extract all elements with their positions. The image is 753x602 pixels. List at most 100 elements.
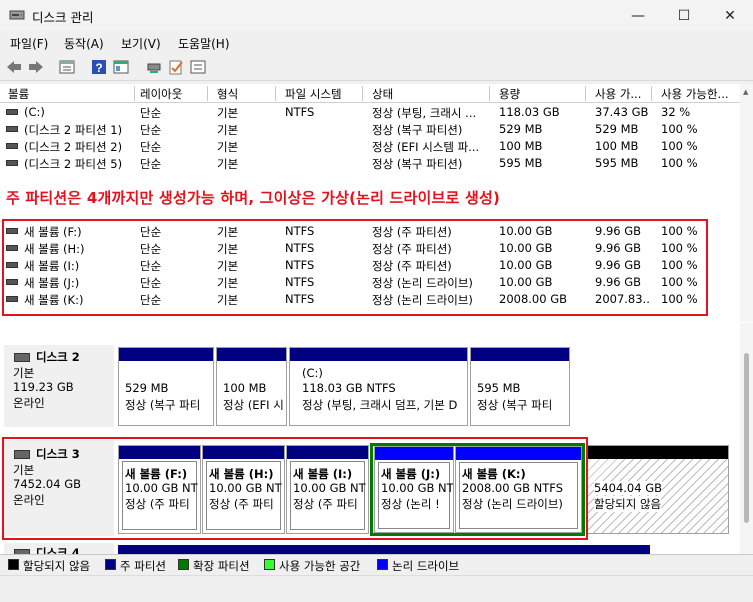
maximize-button[interactable]: ☐ (661, 0, 707, 31)
partition-size: 100 MB (223, 381, 267, 395)
column-header-filesystem[interactable]: 파일 시스템 (285, 86, 342, 102)
column-divider[interactable] (275, 86, 276, 101)
close-button[interactable]: ✕ (707, 0, 753, 31)
connect-icon[interactable] (145, 58, 163, 76)
disk-name: 디스크 4 (36, 546, 80, 554)
scroll-up-icon[interactable]: ▲ (743, 88, 748, 96)
cell-capacity: 118.03 GB (499, 105, 560, 119)
volume-icon (6, 143, 18, 149)
column-divider[interactable] (489, 86, 490, 101)
table-row[interactable]: (디스크 2 파티션 2) 단순 기본 정상 (EFI 시스템 파... 100 MB 1… (0, 138, 740, 155)
column-header-status[interactable]: 상태 (372, 86, 393, 102)
partition-status: 정상 (EFI 시 (223, 398, 284, 412)
disk-type: 기본 (13, 366, 35, 380)
menu-view[interactable]: 보기(V) (121, 35, 161, 52)
partition-size: 118.03 GB NTFS (302, 381, 396, 395)
cell-status: 정상 (주 파티션) (372, 225, 452, 239)
back-icon[interactable] (5, 58, 23, 76)
help-icon[interactable]: ? (90, 58, 108, 76)
view-icon[interactable] (112, 58, 130, 76)
cell-capacity: 10.00 GB (499, 224, 553, 238)
column-header-type[interactable]: 형식 (217, 86, 238, 102)
menu-action[interactable]: 동작(A) (64, 35, 104, 52)
cell-free-space: 9.96 GB (595, 241, 642, 255)
volume-icon (6, 126, 18, 132)
cell-volume: (C:) (24, 105, 45, 119)
volume-list-scrollbar[interactable]: ▲ (740, 84, 753, 322)
column-divider[interactable] (207, 86, 208, 101)
cell-percent-free: 100 % (661, 156, 698, 170)
cell-percent-free: 100 % (661, 241, 698, 255)
table-row[interactable]: 새 볼륨 (J:) 단순 기본 NTFS 정상 (논리 드라이브) 10.00 GB 9.9… (0, 274, 740, 291)
cell-filesystem: NTFS (285, 241, 315, 255)
cell-capacity: 10.00 GB (499, 258, 553, 272)
cell-volume: 새 볼륨 (F:) (24, 225, 82, 239)
cell-layout: 단순 (140, 242, 162, 256)
partition-disk2-recovery-5[interactable]: 595 MB 정상 (복구 파티 (470, 347, 570, 426)
partition-status: 정상 (복구 파티 (125, 398, 201, 412)
svg-text:?: ? (95, 61, 102, 75)
legend-unallocated: 할당되지 않음 (23, 559, 91, 573)
cell-layout: 단순 (140, 225, 162, 239)
menu-file[interactable]: 파일(F) (10, 35, 48, 52)
column-header-free-space[interactable]: 사용 가... (595, 86, 641, 102)
table-row[interactable]: 새 볼륨 (K:) 단순 기본 NTFS 정상 (논리 드라이브) 2008.00 GB 2… (0, 291, 740, 308)
table-row[interactable]: 새 볼륨 (F:) 단순 기본 NTFS 정상 (주 파티션) 10.00 GB 9.96 … (0, 223, 740, 240)
cell-free-space: 595 MB (595, 156, 639, 170)
partition-disk2-efi[interactable]: 100 MB 정상 (EFI 시 (216, 347, 287, 426)
legend-swatch-logical (377, 559, 388, 570)
column-divider[interactable] (362, 86, 363, 101)
column-divider[interactable] (134, 86, 135, 101)
disk-4-partition-bar[interactable] (118, 545, 650, 554)
list-icon[interactable] (189, 58, 207, 76)
legend-swatch-extended (178, 559, 189, 570)
column-header-percent-free[interactable]: 사용 가능한... (661, 86, 729, 102)
cell-type: 기본 (217, 123, 239, 137)
cell-volume: 새 볼륨 (H:) (24, 242, 85, 256)
disk-map-scrollbar[interactable] (740, 323, 753, 554)
table-row[interactable]: 새 볼륨 (H:) 단순 기본 NTFS 정상 (주 파티션) 10.00 GB 9.96 … (0, 240, 740, 257)
menu-help[interactable]: 도움말(H) (178, 35, 230, 52)
legend-swatch-free-space (264, 559, 275, 570)
cell-status: 정상 (복구 파티션) (372, 157, 463, 171)
table-row[interactable]: 새 볼륨 (I:) 단순 기본 NTFS 정상 (주 파티션) 10.00 GB 9.96 … (0, 257, 740, 274)
volume-icon (6, 228, 18, 234)
column-divider[interactable] (651, 86, 652, 101)
volume-icon (6, 160, 18, 166)
table-row[interactable]: (디스크 2 파티션 1) 단순 기본 정상 (복구 파티션) 529 MB 529 MB… (0, 121, 740, 138)
cell-filesystem: NTFS (285, 275, 315, 289)
cell-layout: 단순 (140, 276, 162, 290)
disk-management-app-icon (9, 8, 25, 22)
table-row[interactable]: (디스크 2 파티션 5) 단순 기본 정상 (복구 파티션) 595 MB 595 MB… (0, 155, 740, 172)
properties-icon[interactable] (58, 58, 76, 76)
cell-capacity: 2008.00 GB (499, 292, 568, 306)
cell-layout: 단순 (140, 106, 162, 120)
highlight-box-disk-3 (2, 437, 588, 540)
disk-4-label[interactable]: 디스크 4 (4, 543, 114, 554)
cell-percent-free: 32 % (661, 105, 691, 119)
primary-partition-bar (119, 348, 213, 361)
scroll-thumb[interactable] (744, 353, 749, 523)
column-header-layout[interactable]: 레이아웃 (140, 86, 182, 102)
table-row[interactable]: (C:) 단순 기본 NTFS 정상 (부팅, 크래시 ... 118.03 GB 37.4… (0, 104, 740, 121)
forward-icon[interactable] (27, 58, 45, 76)
column-divider[interactable] (585, 86, 586, 101)
check-icon[interactable] (167, 58, 185, 76)
minimize-button[interactable]: — (615, 0, 661, 31)
cell-capacity: 10.00 GB (499, 275, 553, 289)
cell-type: 기본 (217, 157, 239, 171)
partition-unallocated[interactable]: 5404.04 GB 할당되지 않음 (587, 445, 729, 534)
partition-disk2-c[interactable]: (C:) 118.03 GB NTFS 정상 (부팅, 크래시 덤프, 기본 D (289, 347, 468, 426)
cell-percent-free: 100 % (661, 122, 698, 136)
disk-2-label[interactable]: 디스크 2 기본 119.23 GB 온라인 (4, 345, 114, 427)
cell-free-space: 9.96 GB (595, 224, 642, 238)
partition-disk2-recovery-1[interactable]: 529 MB 정상 (복구 파티 (118, 347, 214, 426)
close-icon: ✕ (724, 7, 736, 24)
cell-type: 기본 (217, 242, 239, 256)
legend-logical: 논리 드라이브 (392, 559, 460, 573)
column-header-capacity[interactable]: 용량 (499, 86, 520, 102)
cell-status: 정상 (주 파티션) (372, 259, 452, 273)
disk-icon (14, 353, 30, 362)
partition-name: (C:) (302, 366, 323, 380)
column-header-volume[interactable]: 볼륨 (8, 86, 29, 102)
